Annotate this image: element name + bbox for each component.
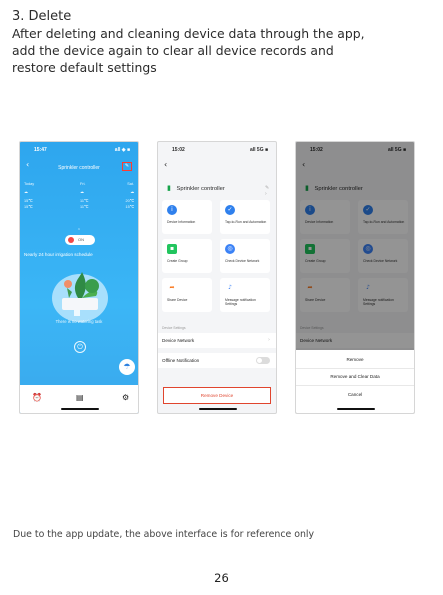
section-label: Device Settings [162, 326, 186, 330]
weather-day: Today [24, 182, 35, 186]
chevron-down-icon[interactable]: ⌃ [20, 228, 138, 234]
cloud-icon: ☁ [130, 190, 134, 194]
status-icons: all 5G ■ [249, 147, 268, 153]
tile-device-information[interactable]: i Device Information [162, 200, 212, 234]
status-time: 15:47 [34, 147, 47, 153]
edit-icon[interactable]: ✎ [122, 162, 132, 171]
section-title: 3. Delete [12, 9, 72, 24]
status-bar: 15:47 all ◈ ■ [20, 142, 138, 156]
schedule-label: Nearly 24 hour irrigation schedule [24, 252, 93, 257]
weather-day: Fri. [80, 182, 86, 186]
tile-label: Share Device [167, 298, 188, 302]
instruction-line-1: After deleting and cleaning device data … [12, 26, 365, 41]
tile-create-group[interactable]: ▪ Create Group [162, 239, 212, 273]
cancel-option[interactable]: Cancel [296, 392, 414, 397]
network-icon: ◎ [225, 244, 235, 254]
tile-automation[interactable]: ✓ Tap-to-Run and Automation [220, 200, 270, 234]
page-number: 26 [214, 571, 229, 585]
back-icon[interactable]: ‹ [164, 161, 167, 169]
chevron-right-icon: › [268, 337, 270, 343]
plant-illustration-icon [52, 272, 108, 322]
instruction-line-2: add the device again to clear all device… [12, 43, 334, 58]
temp-high: 20℃ [125, 199, 135, 203]
status-time: 15:02 [172, 147, 185, 153]
temp-high: 15℃ [24, 199, 33, 203]
footer-note: Due to the app update, the above interfa… [13, 529, 315, 540]
screen-title: Sprinkler controller [58, 165, 100, 171]
row-device-network[interactable]: Device Network › [158, 333, 276, 348]
temp-low: 15℃ [24, 205, 33, 209]
remove-option[interactable]: Remove [296, 357, 414, 362]
gear-icon[interactable]: ⚙ [122, 393, 129, 402]
weather-day: Sat. [127, 182, 134, 186]
device-name: Sprinkler controller [176, 186, 225, 192]
cloud-icon: ☁ [24, 190, 28, 194]
tile-label: Check Device Network [225, 259, 260, 263]
tile-share-device[interactable]: ➦ Share Device [162, 278, 212, 312]
edit-icon[interactable]: ✎ › [265, 185, 269, 197]
tile-label: Tap-to-Run and Automation [225, 220, 267, 224]
toggle-dot [68, 237, 74, 243]
temp-high: 11℃ [80, 199, 89, 203]
remove-and-clear-data-option[interactable]: Remove and Clear Data [296, 374, 414, 379]
check-icon: ✓ [225, 205, 235, 215]
share-icon: ➦ [169, 284, 175, 291]
power-button-icon[interactable]: ⏻ [74, 341, 86, 353]
divider [296, 368, 414, 369]
temp-low: 15℃ [125, 205, 135, 209]
tile-check-network[interactable]: ◎ Check Device Network [220, 239, 270, 273]
clock-icon[interactable]: ⏰ [32, 393, 42, 402]
tile-label: Message notification Settings [225, 298, 256, 306]
temp-low: 11℃ [80, 205, 89, 209]
info-icon: i [167, 205, 177, 215]
screenshot-controller-home: 15:47 all ◈ ■ ‹ Sprinkler controller ✎ T… [19, 141, 139, 414]
row-offline-notification[interactable]: Offline Notification [158, 353, 276, 368]
status-icons: all ◈ ■ [114, 147, 130, 153]
bottom-tab-bar: ⏰ ▤ ⚙ [20, 385, 138, 413]
screenshot-device-settings: 15:02 all 5G ■ ‹ ▮ Sprinkler controller … [157, 141, 277, 414]
document-icon[interactable]: ▤ [76, 393, 84, 402]
group-icon: ▪ [167, 244, 177, 254]
power-toggle[interactable]: ON [65, 235, 95, 245]
device-header: ▮ Sprinkler controller ✎ › [167, 184, 269, 197]
remove-device-button[interactable]: Remove Device [163, 387, 271, 404]
remove-action-sheet: Remove Remove and Clear Data Cancel [296, 350, 414, 413]
tile-label: Device Information [167, 220, 196, 224]
toggle-label: ON [78, 237, 84, 242]
device-leaf-icon: ▮ [167, 185, 171, 192]
no-watering-label: There is no watering task [55, 319, 103, 324]
divider [296, 385, 414, 386]
watering-can-icon[interactable]: ☂ [119, 359, 135, 375]
cloud-icon: ☁ [80, 190, 84, 194]
instruction-heading: 3. Delete After deleting and cleaning de… [12, 8, 437, 76]
bell-icon: ♪ [228, 284, 232, 291]
tile-label: Create Group [167, 259, 188, 263]
home-indicator [199, 408, 237, 410]
home-indicator [337, 408, 375, 410]
row-label: Offline Notification [162, 358, 200, 363]
status-bar: 15:02 all 5G ■ [158, 142, 276, 156]
offline-notification-switch[interactable] [256, 357, 270, 364]
home-indicator [61, 408, 99, 410]
row-label: Device Network [162, 338, 195, 343]
screenshot-remove-sheet: 15:02 all 5G ■ ‹ ▮ Sprinkler controller … [295, 141, 415, 414]
instruction-line-3: restore default settings [12, 60, 157, 75]
tile-message-notification[interactable]: ♪ Message notification Settings [220, 278, 270, 312]
